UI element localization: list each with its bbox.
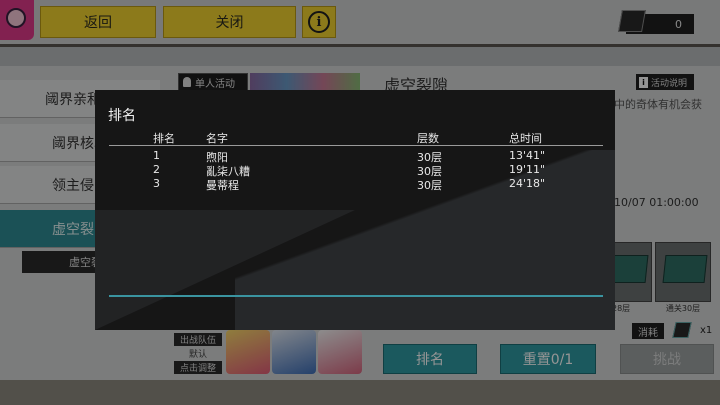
modal-title: 排名 [108, 108, 136, 124]
time-cell: 13'41" [509, 149, 546, 162]
time-cell: 19'11" [509, 163, 546, 176]
ranking-modal: 排名 排名 名字 层数 总时间 1 煦阳 30层 13'41" 2 亂柒八糟 3… [95, 90, 615, 330]
rank-cell: 3 [153, 177, 160, 190]
rank-cell: 2 [153, 163, 160, 176]
footer-divider [109, 295, 603, 297]
name-cell: 曼蒂程 [206, 179, 239, 192]
column-header-rank: 排名 [153, 132, 175, 145]
time-cell: 24'18" [509, 177, 546, 190]
header-divider [109, 145, 603, 146]
column-header-total-time: 总时间 [509, 132, 542, 145]
column-header-name: 名字 [206, 132, 228, 145]
floors-cell: 30层 [417, 179, 442, 192]
rank-cell: 1 [153, 149, 160, 162]
column-header-floors: 层数 [417, 132, 439, 145]
